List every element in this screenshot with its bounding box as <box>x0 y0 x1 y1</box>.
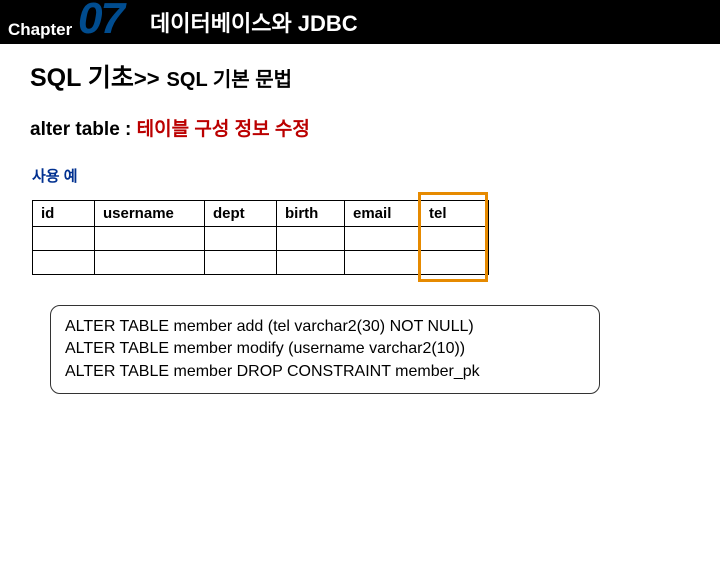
table-cell <box>95 251 205 275</box>
col-header-dept: dept <box>205 201 277 227</box>
table-cell <box>421 251 489 275</box>
slide-header: Chapter 07 데이터베이스와 JDBC <box>0 0 720 44</box>
slide-title: 데이터베이스와 JDBC <box>150 6 358 38</box>
sql-line: ALTER TABLE member DROP CONSTRAINT membe… <box>65 361 585 383</box>
chapter-number: 07 <box>78 0 123 44</box>
col-header-tel: tel <box>421 201 489 227</box>
section-title: SQL 기초>> SQL 기본 문법 <box>30 58 690 94</box>
sql-line: ALTER TABLE member add (tel varchar2(30)… <box>65 316 585 338</box>
col-header-email: email <box>345 201 421 227</box>
sub-heading-cmd: alter table <box>30 119 120 140</box>
table-cell <box>33 227 95 251</box>
sql-code-box: ALTER TABLE member add (tel varchar2(30)… <box>50 305 600 394</box>
sql-line: ALTER TABLE member modify (username varc… <box>65 338 585 360</box>
table-cell <box>205 227 277 251</box>
table-cell <box>205 251 277 275</box>
col-header-id: id <box>33 201 95 227</box>
table-row <box>33 251 489 275</box>
slide-content: SQL 기초>> SQL 기본 문법 alter table : 테이블 구성 … <box>0 44 720 394</box>
table-cell <box>277 251 345 275</box>
chapter-label: Chapter <box>8 20 72 40</box>
table-header-row: id username dept birth email tel <box>33 201 489 227</box>
schema-table: id username dept birth email tel <box>32 200 489 275</box>
section-title-sub: SQL 기본 문법 <box>167 69 292 91</box>
table-cell <box>277 227 345 251</box>
col-header-birth: birth <box>277 201 345 227</box>
sub-heading-sep: : <box>120 119 132 140</box>
usage-label: 사용 예 <box>32 165 690 186</box>
schema-table-wrap: id username dept birth email tel <box>32 200 690 275</box>
section-title-main: SQL 기초 <box>30 64 134 92</box>
sub-heading: alter table : 테이블 구성 정보 수정 <box>30 114 690 141</box>
table-cell <box>95 227 205 251</box>
table-cell <box>421 227 489 251</box>
table-cell <box>345 251 421 275</box>
col-header-username: username <box>95 201 205 227</box>
sub-heading-desc: 테이블 구성 정보 수정 <box>131 119 309 140</box>
section-title-arrows: >> <box>134 66 160 91</box>
table-cell <box>345 227 421 251</box>
table-row <box>33 227 489 251</box>
table-cell <box>33 251 95 275</box>
